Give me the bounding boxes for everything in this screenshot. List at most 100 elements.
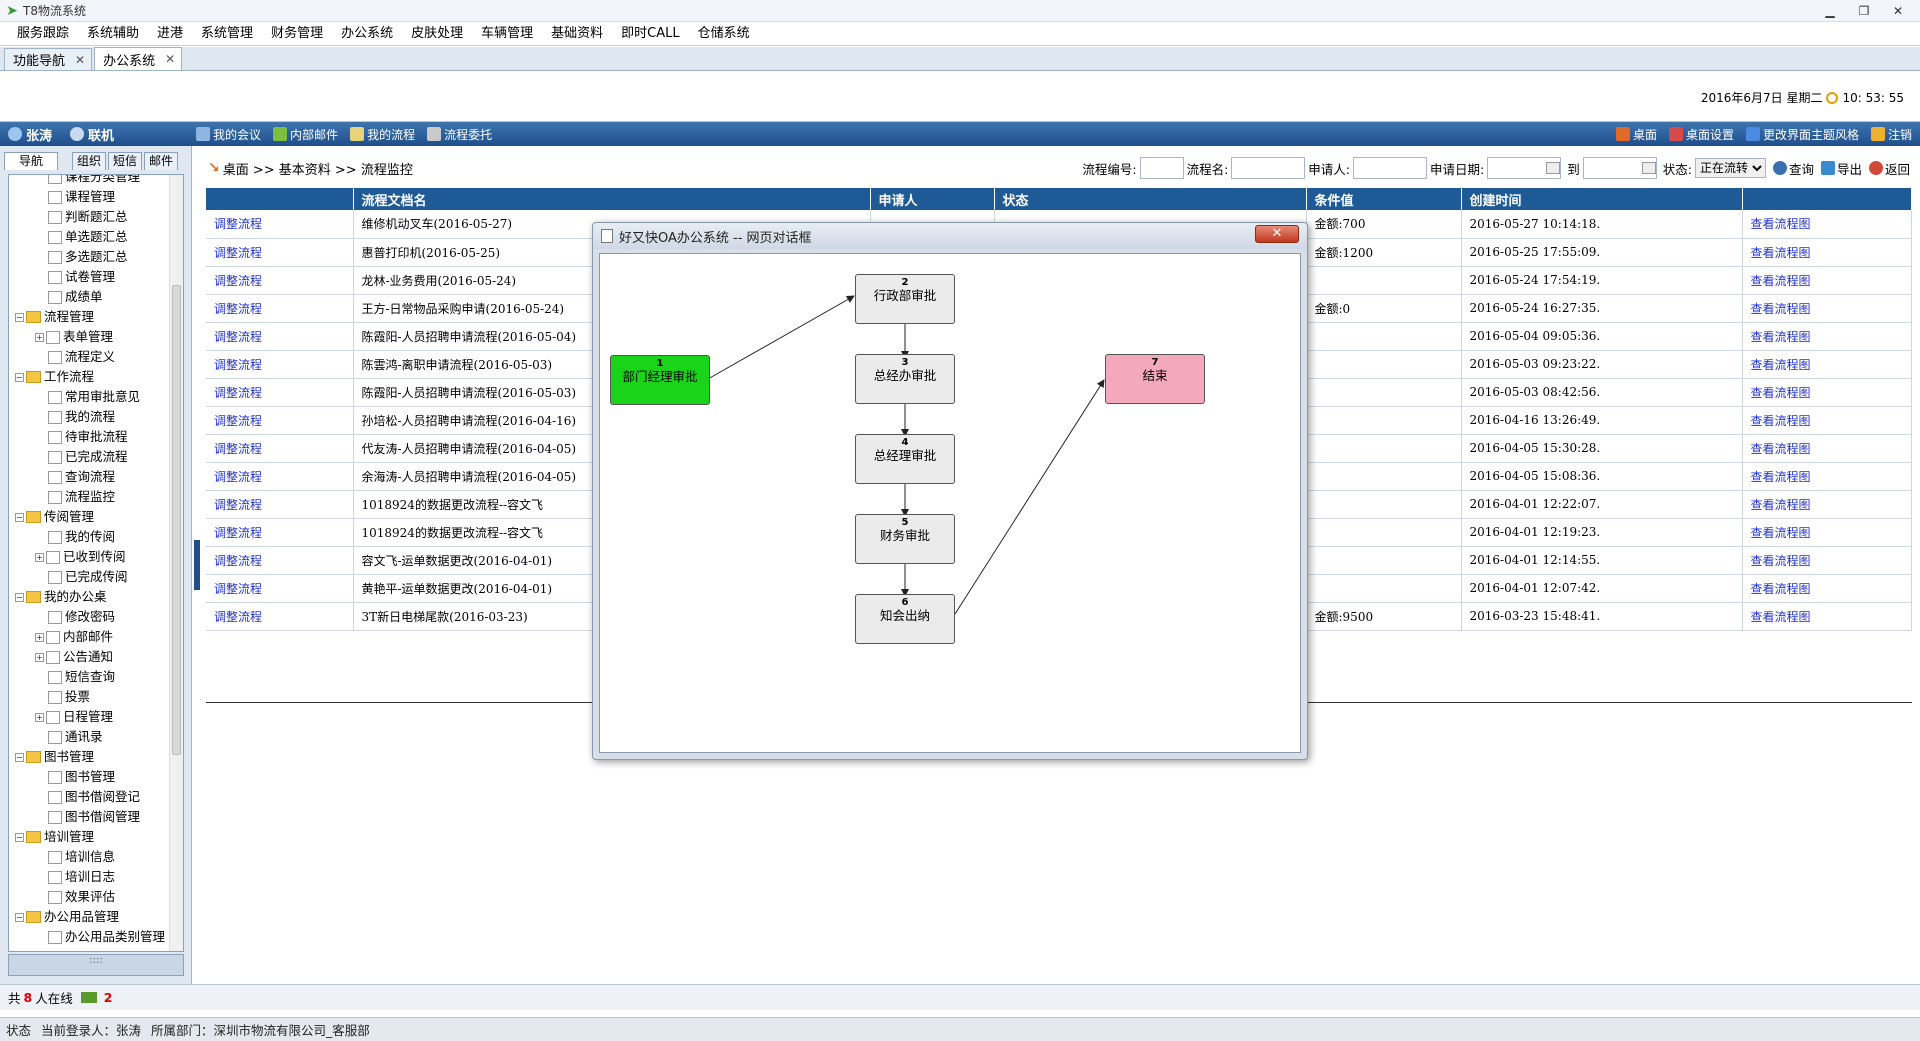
tree-item[interactable]: − 传阅管理 — [9, 507, 171, 527]
tree-item[interactable]: 图书管理 — [9, 767, 171, 787]
theme-link[interactable]: 更改界面主题风格 — [1745, 126, 1859, 143]
tree-item[interactable]: 多选题汇总 — [9, 247, 171, 267]
tree-expander-icon[interactable]: − — [15, 912, 24, 922]
tree-item[interactable]: + 日程管理 — [9, 707, 171, 727]
calendar-icon[interactable] — [1546, 162, 1561, 174]
logout-link[interactable]: 注销 — [1870, 126, 1912, 143]
tree-item[interactable]: 通讯录 — [9, 727, 171, 747]
view-flowchart-link[interactable]: 查看流程图 — [1742, 210, 1912, 239]
view-flowchart-link[interactable]: 查看流程图 — [1742, 406, 1912, 435]
tree-expander-icon[interactable]: + — [35, 332, 44, 342]
dialog-close-button[interactable]: ✕ — [1255, 225, 1299, 243]
menu-service-tracking[interactable]: 服务跟踪 — [8, 22, 78, 46]
view-flowchart-link[interactable]: 查看流程图 — [1742, 238, 1912, 267]
flow-node-1[interactable]: 1 部门经理审批 — [610, 355, 710, 405]
close-icon[interactable]: ✕ — [165, 52, 175, 66]
close-window-button[interactable]: ✕ — [1884, 2, 1912, 20]
internal-mail-link[interactable]: 内部邮件 — [273, 126, 338, 143]
view-flowchart-link[interactable]: 查看流程图 — [1742, 462, 1912, 491]
adjust-flow-link[interactable]: 调整流程 — [206, 294, 354, 323]
tree-scroll-thumb[interactable] — [172, 285, 181, 755]
tree-item[interactable]: 已完成流程 — [9, 447, 171, 467]
tree-item[interactable]: 查询流程 — [9, 467, 171, 487]
menu-base-data[interactable]: 基础资料 — [542, 22, 612, 46]
menu-system-management[interactable]: 系统管理 — [192, 22, 262, 46]
tree-item[interactable]: + 公告通知 — [9, 647, 171, 667]
flow-no-input[interactable] — [1139, 157, 1184, 179]
adjust-flow-link[interactable]: 调整流程 — [206, 546, 354, 575]
flow-node-3[interactable]: 3 总经办审批 — [855, 354, 955, 404]
view-flowchart-link[interactable]: 查看流程图 — [1742, 602, 1912, 631]
tree-item[interactable]: 短信查询 — [9, 667, 171, 687]
view-flowchart-link[interactable]: 查看流程图 — [1742, 574, 1912, 603]
tree-item[interactable]: 课程管理 — [9, 187, 171, 207]
tree-item[interactable]: − 图书管理 — [9, 747, 171, 767]
tree-item[interactable]: 课程分类管理 — [9, 175, 171, 187]
tree-expander-icon[interactable]: + — [35, 712, 44, 722]
query-button[interactable]: 查询 — [1772, 159, 1814, 178]
status-select[interactable]: 正在流转 — [1694, 158, 1766, 178]
adjust-flow-link[interactable]: 调整流程 — [206, 602, 354, 631]
calendar-icon[interactable] — [1641, 162, 1656, 174]
tree-item[interactable]: 已完成传阅 — [9, 567, 171, 587]
adjust-flow-link[interactable]: 调整流程 — [206, 490, 354, 519]
sidetab-sms[interactable]: 短信 — [108, 152, 143, 170]
sidetab-mail[interactable]: 邮件 — [144, 152, 179, 170]
tree-item[interactable]: 投票 — [9, 687, 171, 707]
menu-system-aux[interactable]: 系统辅助 — [78, 22, 148, 46]
sidetab-nav[interactable]: 导航 — [4, 152, 59, 170]
menu-finance[interactable]: 财务管理 — [262, 22, 332, 46]
export-button[interactable]: 导出 — [1820, 159, 1862, 178]
tab-function-nav[interactable]: 功能导航 ✕ — [4, 48, 93, 70]
tree-item[interactable]: 图书借阅管理 — [9, 807, 171, 827]
menu-warehouse[interactable]: 仓储系统 — [689, 22, 759, 46]
view-flowchart-link[interactable]: 查看流程图 — [1742, 294, 1912, 323]
flow-node-4[interactable]: 4 总经理审批 — [855, 434, 955, 484]
menu-skin[interactable]: 皮肤处理 — [402, 22, 472, 46]
menu-inbound[interactable]: 进港 — [148, 22, 192, 46]
back-button[interactable]: 返回 — [1868, 159, 1910, 178]
tree-scrollbar[interactable] — [169, 175, 183, 951]
adjust-flow-link[interactable]: 调整流程 — [206, 266, 354, 295]
tree-item[interactable]: + 内部邮件 — [9, 627, 171, 647]
restore-button[interactable]: ❐ — [1850, 2, 1878, 20]
adjust-flow-link[interactable]: 调整流程 — [206, 378, 354, 407]
adjust-flow-link[interactable]: 调整流程 — [206, 210, 354, 239]
tree-item[interactable]: 办公用品类别管理 — [9, 927, 171, 947]
tree-item[interactable]: − 我的办公桌 — [9, 587, 171, 607]
tree-expander-icon[interactable]: − — [15, 592, 24, 602]
tree-item[interactable]: 我的流程 — [9, 407, 171, 427]
adjust-flow-link[interactable]: 调整流程 — [206, 350, 354, 379]
desktop-link[interactable]: 桌面 — [1615, 126, 1657, 143]
tree-item[interactable]: 常用审批意见 — [9, 387, 171, 407]
tree-item[interactable]: 培训日志 — [9, 867, 171, 887]
my-flows-link[interactable]: 我的流程 — [350, 126, 415, 143]
minimize-button[interactable]: ▁ — [1816, 2, 1844, 20]
tree-item[interactable]: − 培训管理 — [9, 827, 171, 847]
view-flowchart-link[interactable]: 查看流程图 — [1742, 350, 1912, 379]
view-flowchart-link[interactable]: 查看流程图 — [1742, 546, 1912, 575]
view-flowchart-link[interactable]: 查看流程图 — [1742, 518, 1912, 547]
tree-item[interactable]: 我的传阅 — [9, 527, 171, 547]
tree-expander-icon[interactable]: + — [35, 632, 44, 642]
menu-instant-call[interactable]: 即时CALL — [612, 22, 688, 46]
flow-node-5[interactable]: 5 财务审批 — [855, 514, 955, 564]
tree-item[interactable]: + 表单管理 — [9, 327, 171, 347]
close-icon[interactable]: ✕ — [75, 53, 85, 67]
sidetab-org[interactable]: 组织 — [72, 152, 107, 170]
view-flowchart-link[interactable]: 查看流程图 — [1742, 378, 1912, 407]
tree-item[interactable]: 修改密码 — [9, 607, 171, 627]
menu-vehicles[interactable]: 车辆管理 — [472, 22, 542, 46]
tree-item[interactable]: + 已收到传阅 — [9, 547, 171, 567]
tree-item[interactable]: 待审批流程 — [9, 427, 171, 447]
tree-expander-icon[interactable]: − — [15, 372, 24, 382]
view-flowchart-link[interactable]: 查看流程图 — [1742, 434, 1912, 463]
tree-item[interactable]: − 流程管理 — [9, 307, 171, 327]
flow-delegate-link[interactable]: 流程委托 — [427, 126, 492, 143]
tree-expander-icon[interactable]: − — [15, 312, 24, 322]
menu-office[interactable]: 办公系统 — [332, 22, 402, 46]
tree-item[interactable]: 效果评估 — [9, 887, 171, 907]
tree-item[interactable]: 判断题汇总 — [9, 207, 171, 227]
my-meetings-link[interactable]: 我的会议 — [196, 126, 261, 143]
adjust-flow-link[interactable]: 调整流程 — [206, 434, 354, 463]
